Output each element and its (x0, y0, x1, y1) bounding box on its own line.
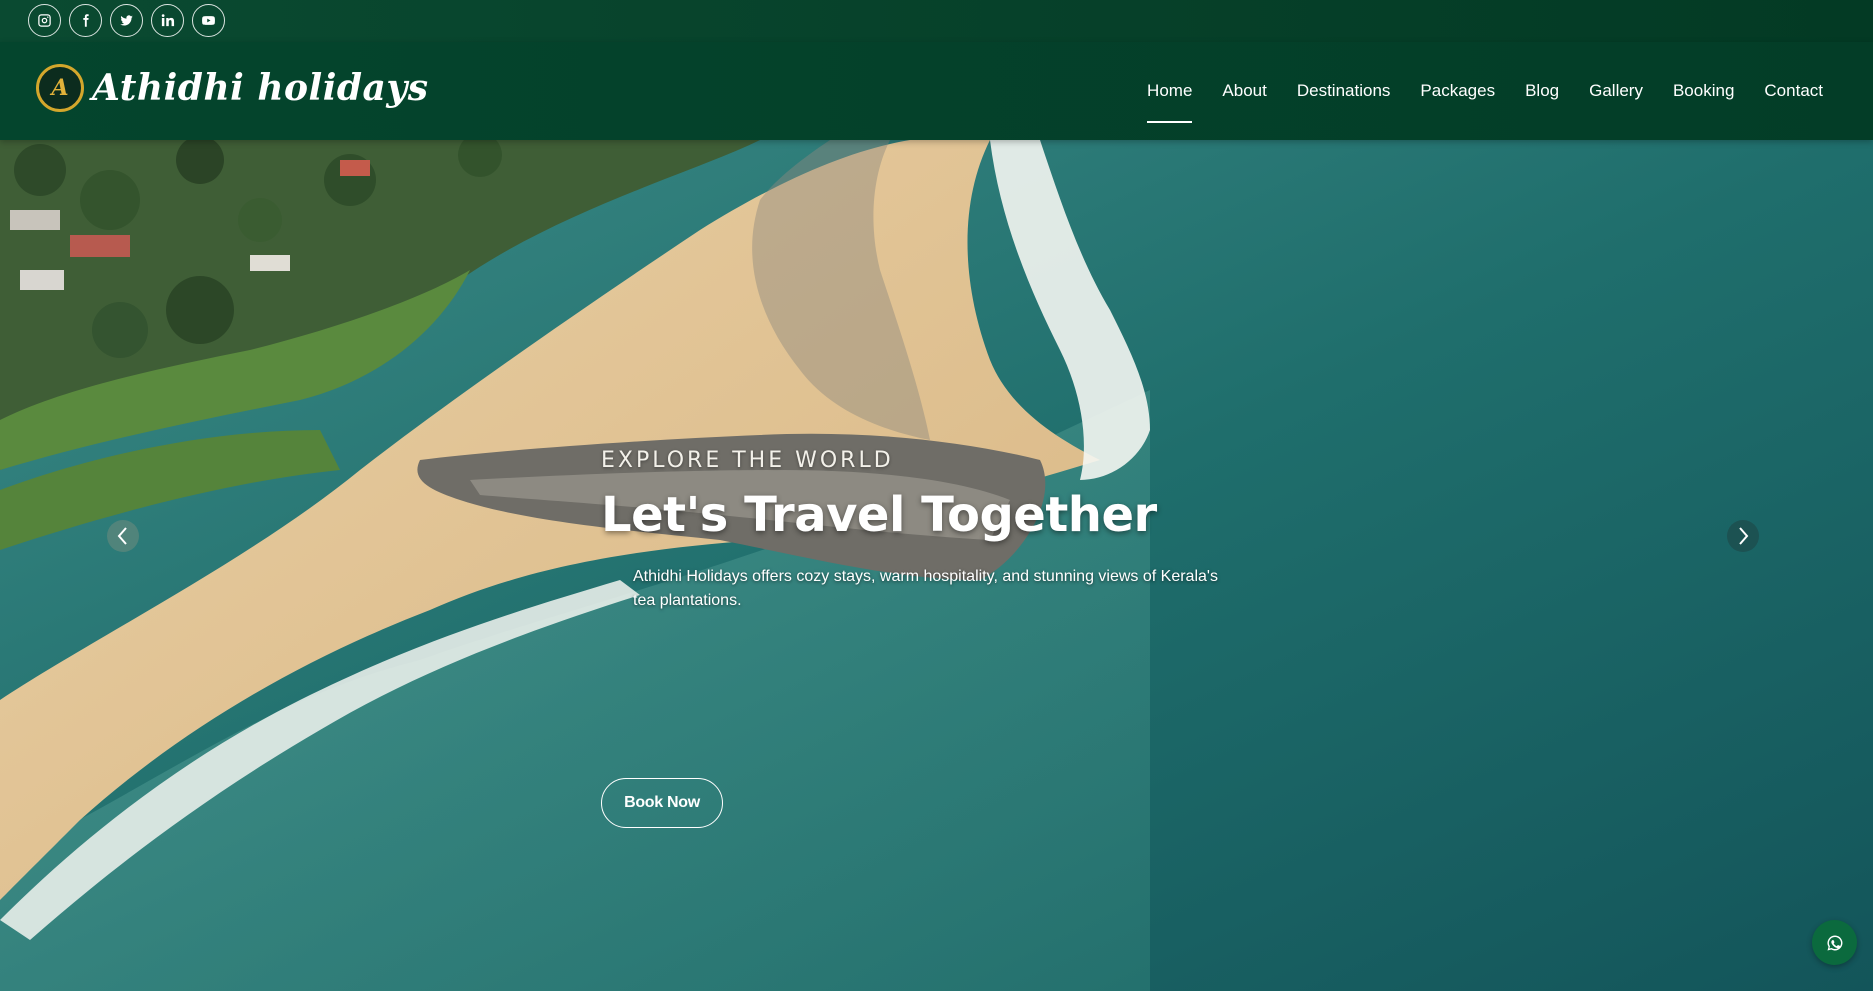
nav-item-contact[interactable]: Contact (1764, 73, 1823, 109)
social-bar (0, 0, 1873, 42)
youtube-icon (202, 16, 215, 25)
hero-slider: EXPLORE THE WORLD Let's Travel Together … (0, 140, 1873, 991)
nav-item-destinations[interactable]: Destinations (1297, 73, 1391, 109)
slider-prev-button[interactable] (107, 520, 139, 552)
chevron-left-icon (117, 527, 127, 545)
facebook-icon (83, 14, 89, 27)
linkedin-icon (161, 14, 175, 27)
whatsapp-icon (1827, 935, 1842, 950)
nav-item-gallery[interactable]: Gallery (1589, 73, 1643, 109)
twitter-icon (120, 15, 133, 26)
nav-item-about[interactable]: About (1222, 73, 1266, 109)
main-header: A Athidhi holidays Home About Destinatio… (0, 42, 1873, 140)
facebook-link[interactable] (69, 4, 102, 37)
slider-next-button[interactable] (1727, 520, 1759, 552)
brand-logo-link[interactable]: A Athidhi holidays (36, 64, 429, 112)
hero-title: Let's Travel Together (601, 487, 1157, 543)
twitter-link[interactable] (110, 4, 143, 37)
main-nav: Home About Destinations Packages Blog Ga… (1147, 42, 1823, 140)
nav-item-packages[interactable]: Packages (1420, 73, 1495, 109)
chevron-right-icon (1739, 527, 1749, 545)
logo-letter: A (51, 75, 69, 101)
nav-item-home[interactable]: Home (1147, 73, 1193, 123)
athidhi-logo-icon: A (36, 64, 84, 112)
nav-item-booking[interactable]: Booking (1673, 73, 1734, 109)
hero-description: Athidhi Holidays offers cozy stays, warm… (633, 568, 1218, 609)
linkedin-link[interactable] (151, 4, 184, 37)
youtube-link[interactable] (192, 4, 225, 37)
book-now-button[interactable]: Book Now (601, 778, 723, 828)
instagram-link[interactable] (28, 4, 61, 37)
hero-content: EXPLORE THE WORLD Let's Travel Together … (601, 448, 1233, 828)
nav-item-blog[interactable]: Blog (1525, 73, 1559, 109)
social-links (28, 4, 225, 37)
hero-eyebrow: EXPLORE THE WORLD (601, 448, 894, 473)
instagram-icon (38, 14, 51, 27)
brand-name: Athidhi holidays (92, 67, 429, 109)
whatsapp-button[interactable] (1812, 920, 1857, 965)
